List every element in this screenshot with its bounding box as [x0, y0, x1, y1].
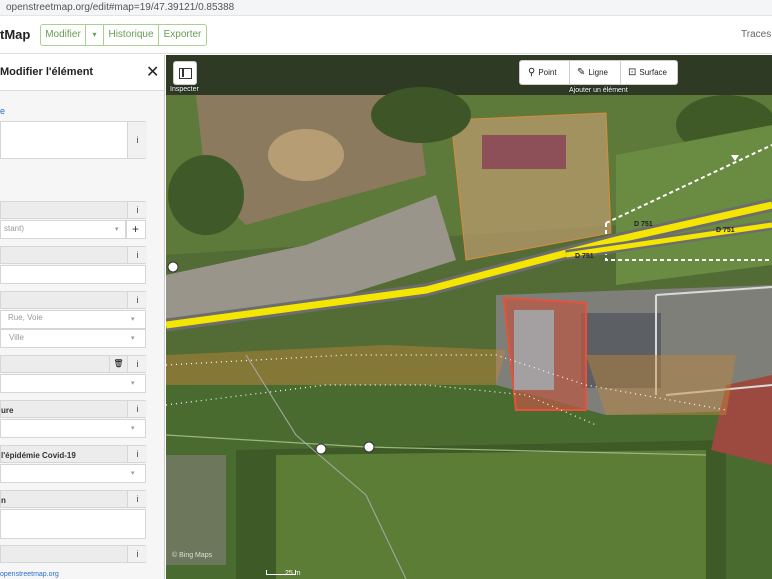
info-icon[interactable]: i	[127, 356, 147, 372]
add-area-button[interactable]: ⊡ Surface	[628, 61, 667, 84]
street-field[interactable]: Rue, Voie	[0, 310, 146, 329]
field-header-5: ure i	[0, 400, 147, 418]
chevron-down-icon[interactable]: ▾	[131, 379, 135, 387]
street-placeholder: Rue, Voie	[8, 313, 43, 322]
field-header-7: n i	[0, 490, 147, 508]
close-icon[interactable]: ✕	[146, 62, 159, 82]
inspect-label: Inspecter	[170, 86, 199, 93]
export-button[interactable]: Exporter	[158, 24, 207, 46]
add-point-label: Point	[538, 68, 557, 77]
info-icon[interactable]: i	[127, 247, 147, 263]
imagery-attribution[interactable]: © Bing Maps	[172, 552, 212, 559]
add-line-button[interactable]: ✎ Ligne	[577, 61, 608, 84]
info-icon[interactable]: i	[127, 491, 147, 507]
satellite-imagery[interactable]	[166, 55, 772, 579]
field-label-6: l'épidémie Covid-19	[1, 451, 76, 460]
sidebar-title: Modifier l'élément	[0, 66, 94, 78]
combo-field-1[interactable]: stant)	[0, 220, 126, 239]
chevron-down-icon[interactable]: ▾	[131, 315, 135, 323]
add-point-button[interactable]: ⚲ Point	[528, 61, 557, 84]
inspect-toggle-button[interactable]	[173, 61, 197, 85]
field-label-5: ure	[1, 406, 14, 415]
road-label: D 751	[634, 221, 653, 228]
add-area-label: Surface	[639, 68, 667, 77]
divider	[569, 61, 570, 84]
select-field-6[interactable]	[0, 464, 146, 483]
osm-editor-window: openstreetmap.org/edit#map=19/47.39121/0…	[0, 0, 772, 579]
address-header: i	[0, 291, 147, 309]
city-field[interactable]: Ville	[0, 329, 146, 348]
browser-address-bar[interactable]: openstreetmap.org/edit#map=19/47.39121/0…	[0, 0, 772, 16]
draw-toolbar-caption: Ajouter un élément	[569, 87, 628, 94]
select-field-4[interactable]	[0, 374, 146, 393]
textarea-field-7[interactable]	[0, 509, 146, 539]
info-icon[interactable]: i	[127, 122, 147, 158]
road-label: D 751	[716, 227, 735, 234]
text-field-2[interactable]	[0, 265, 146, 284]
field-header-8: i	[0, 545, 147, 563]
area-polygon-icon: ⊡	[628, 67, 637, 78]
edit-dropdown-chevron-icon[interactable]: ▾	[85, 24, 104, 46]
scale-label: 25 m	[285, 570, 301, 577]
preset-link[interactable]: e	[0, 106, 5, 116]
feature-editor-sidebar: Modifier l'élément ✕ e i i stant) ▾ + i …	[0, 55, 165, 579]
trash-icon[interactable]: 🗑	[109, 356, 127, 372]
info-icon[interactable]: i	[127, 546, 147, 562]
info-icon[interactable]: i	[127, 292, 147, 308]
field-header-2: i	[0, 246, 147, 264]
map-canvas[interactable]: D 751 D 751 D 751 Inspecter ⚲ Point ✎ Lign…	[166, 55, 772, 579]
select-field-5[interactable]	[0, 419, 146, 438]
field-header-1: i	[0, 201, 147, 219]
chevron-down-icon[interactable]: ▾	[131, 334, 135, 342]
url-text[interactable]: openstreetmap.org/edit#map=19/47.39121/0…	[6, 2, 234, 13]
info-icon[interactable]: i	[127, 401, 147, 417]
road-label: D 751	[575, 253, 594, 260]
add-line-label: Ligne	[588, 68, 608, 77]
history-button[interactable]: Historique	[103, 24, 159, 46]
field-header-6: l'épidémie Covid-19 i	[0, 445, 147, 463]
field-label-7: n	[1, 496, 6, 505]
field-header-4: 🗑 i	[0, 355, 147, 373]
edit-button[interactable]: Modifier	[40, 24, 86, 46]
pencil-icon: ✎	[577, 67, 586, 78]
info-icon[interactable]: i	[127, 202, 147, 218]
map-pin-icon: ⚲	[528, 67, 536, 78]
chevron-down-icon[interactable]: ▾	[115, 225, 119, 233]
gps-traces-link[interactable]: Traces G	[741, 29, 772, 40]
sidebar-header: Modifier l'élément ✕	[0, 55, 164, 91]
add-value-button[interactable]: +	[126, 220, 146, 239]
top-toolbar: tMap Modifier ▾ Historique Exporter Trac…	[0, 16, 772, 54]
divider	[620, 61, 621, 84]
brand-logo-text[interactable]: tMap	[0, 27, 30, 42]
city-placeholder: Ville	[9, 333, 24, 342]
chevron-down-icon[interactable]: ▾	[131, 424, 135, 432]
info-icon[interactable]: i	[127, 446, 147, 462]
draw-toolbar: ⚲ Point ✎ Ligne ⊡ Surface	[519, 60, 678, 85]
sidebar-panel-icon	[179, 68, 192, 79]
footer-link[interactable]: openstreetmap.org	[0, 571, 59, 578]
chevron-down-icon[interactable]: ▾	[131, 469, 135, 477]
preset-box[interactable]: i	[0, 121, 147, 159]
